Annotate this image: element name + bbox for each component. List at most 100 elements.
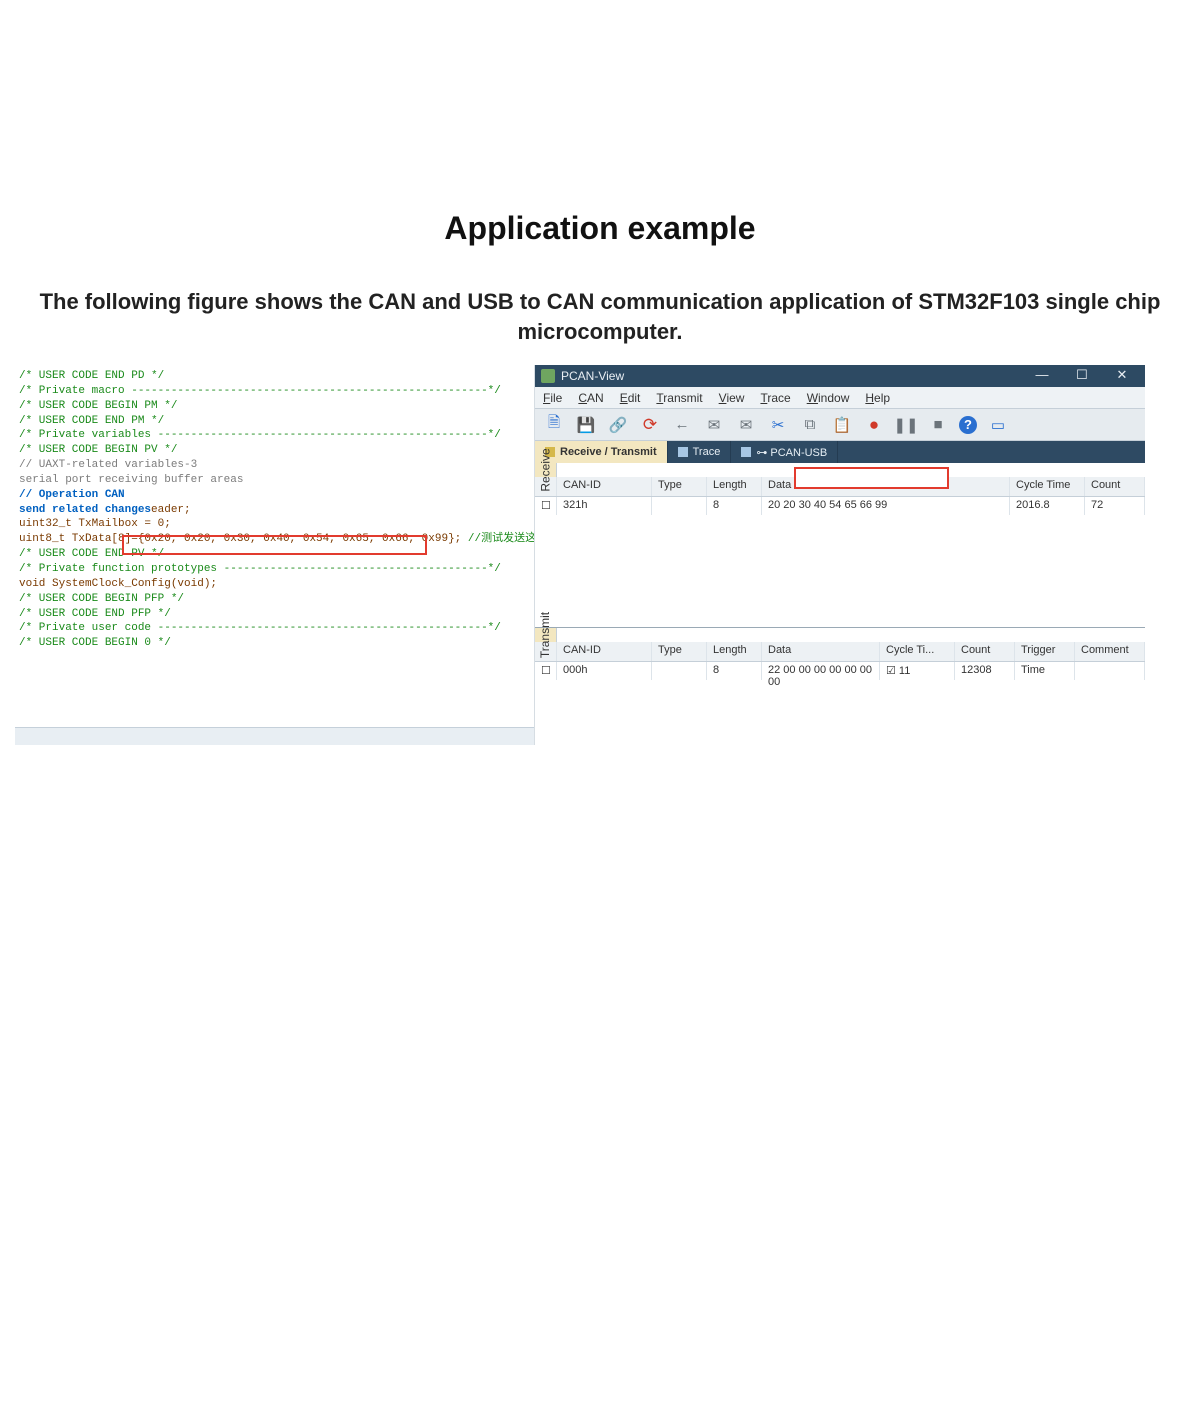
cell-type [652,662,707,680]
code-line: serial port receiving buffer areas [19,473,530,488]
tab-icon [741,447,751,457]
copy-icon[interactable]: ⧉ [799,414,821,436]
minimize-button[interactable]: — [1025,367,1059,385]
pcan-view-window: PCAN-View — ☐ ✕ File CAN Edit Transmit View T… [535,365,1145,745]
page-subtitle: The following figure shows the CAN and U… [0,287,1200,346]
transmit-block: Transmit CAN-IDTypeLengthDataCycle Ti...… [535,628,1145,745]
cell-data: 22 00 00 00 00 00 00 00 [762,662,880,680]
code-status-bar [15,727,534,745]
cell-sel: ☐ [535,662,557,680]
column-header[interactable]: Type [652,642,707,661]
code-line: /* Private function prototypes ---------… [19,562,530,577]
column-header[interactable]: Comment [1075,642,1145,661]
column-header[interactable]: CAN-ID [557,642,652,661]
column-header[interactable]: Trigger [1015,642,1075,661]
code-line: /* USER CODE END PM */ [19,414,530,429]
column-header[interactable]: CAN-ID [557,477,652,496]
save-icon[interactable]: 💾 [575,414,597,436]
code-line: /* USER CODE BEGIN PV */ [19,443,530,458]
cell-length: 8 [707,662,762,680]
column-header[interactable]: Data [762,642,880,661]
transmit-table-rows: ☐000h 822 00 00 00 00 00 00 00☑ 1112308Ti… [535,662,1145,745]
column-header[interactable]: Cycle Ti... [880,642,955,661]
code-line: /* Private variables -------------------… [19,428,530,443]
mail-icon[interactable]: ✉ [703,414,725,436]
tab-label: ⊶ PCAN-USB [756,446,827,459]
cut-icon[interactable]: ✂ [767,414,789,436]
help-icon[interactable]: ? [959,416,977,434]
code-line: /* USER CODE BEGIN PFP */ [19,592,530,607]
code-line: /* USER CODE BEGIN PM */ [19,399,530,414]
column-header[interactable]: Length [707,477,762,496]
stop-icon[interactable]: ■ [927,414,949,436]
tab-label: Trace [693,446,721,458]
menu-item-edit[interactable]: Edit [620,391,641,405]
app-icon [541,369,555,383]
code-line: // UAXT-related variables-3 [19,458,530,473]
transmit-side-label: Transmit [535,628,557,642]
paste-icon[interactable]: 📋 [831,414,853,436]
record-icon[interactable]: ● [863,414,885,436]
maximize-button[interactable]: ☐ [1065,367,1099,385]
code-line: /* USER CODE END PV */ [19,547,530,562]
code-line: /* USER CODE END PFP */ [19,607,530,622]
receive-table-rows: ☐321h 820 20 30 40 54 65 66 992016.872 [535,497,1145,627]
menu-item-can[interactable]: CAN [578,391,603,405]
page-title: Application example [0,210,1200,247]
code-line: // Operation CAN [19,488,530,503]
tab-trace[interactable]: Trace [668,441,732,463]
receive-table-header: CAN-IDTypeLengthDataCycle TimeCount [535,477,1145,497]
column-header[interactable]: Cycle Time [1010,477,1085,496]
window-icon[interactable]: ▭ [987,414,1009,436]
toolbar: 🗎 💾 🔗 ⟳ ← ✉ ✉ ✂ ⧉ 📋 ● ❚❚ ■? ▭ [535,409,1145,441]
code-line: /* Private user code -------------------… [19,621,530,636]
code-line: uint8_t TxData[8]={0x20, 0x20, 0x30, 0x4… [19,532,530,547]
window-titlebar[interactable]: PCAN-View — ☐ ✕ [535,365,1145,387]
table-row[interactable]: ☐321h 820 20 30 40 54 65 66 992016.872 [535,497,1145,515]
back-icon[interactable]: ← [671,414,693,436]
code-line: void SystemClock_Config(void); [19,577,530,592]
mail-out-icon[interactable]: ✉ [735,414,757,436]
tab-pcan-usb[interactable]: ⊶ PCAN-USB [731,441,838,463]
tab-icon [678,447,688,457]
code-line: /* USER CODE BEGIN 0 */ [19,636,530,651]
doc-icon[interactable]: 🗎 [543,414,565,436]
cell-sel: ☐ [535,497,557,515]
tab-receive-transmit[interactable]: Receive / Transmit [535,441,668,463]
close-button[interactable]: ✕ [1105,367,1139,385]
cell-count: 72 [1085,497,1145,515]
link-icon[interactable]: 🔗 [607,414,629,436]
menu-item-file[interactable]: File [543,391,562,405]
tab-strip: Receive / Transmit Trace ⊶ PCAN-USB [535,441,1145,463]
menu-item-help[interactable]: Help [865,391,890,405]
code-line: uint32_t TxMailbox = 0; [19,517,530,532]
cell-canid: 000h [557,662,652,680]
table-row[interactable]: ☐000h 822 00 00 00 00 00 00 00☑ 1112308Ti… [535,662,1145,680]
column-header[interactable]: Data [762,477,1010,496]
code-line: send related changeseader; [19,503,530,518]
receive-side-label: Receive [535,463,557,477]
cell-type [652,497,707,515]
refresh-icon[interactable]: ⟳ [639,414,661,436]
cell-data: 20 20 30 40 54 65 66 99 [762,497,1010,515]
cell-length: 8 [707,497,762,515]
column-header[interactable]: Type [652,477,707,496]
column-header[interactable]: Length [707,642,762,661]
cell-trigger: Time [1015,662,1075,680]
menu-item-view[interactable]: View [719,391,745,405]
menu-item-transmit[interactable]: Transmit [656,391,702,405]
column-header[interactable]: Count [1085,477,1145,496]
window-title: PCAN-View [561,369,624,383]
pause-icon[interactable]: ❚❚ [895,414,917,436]
cell-count: 12308 [955,662,1015,680]
cell-cycle: ☑ 11 [880,662,955,680]
cell-comment [1075,662,1145,680]
cell-canid: 321h [557,497,652,515]
figure-container: /* USER CODE END PD *//* Private macro -… [15,365,1145,745]
menu-item-trace[interactable]: Trace [760,391,790,405]
cell-cycle: 2016.8 [1010,497,1085,515]
column-header[interactable]: Count [955,642,1015,661]
code-editor-panel: /* USER CODE END PD *//* Private macro -… [15,365,535,745]
transmit-table-header: CAN-IDTypeLengthDataCycle Ti...CountTrig… [535,642,1145,662]
menu-item-window[interactable]: Window [807,391,850,405]
